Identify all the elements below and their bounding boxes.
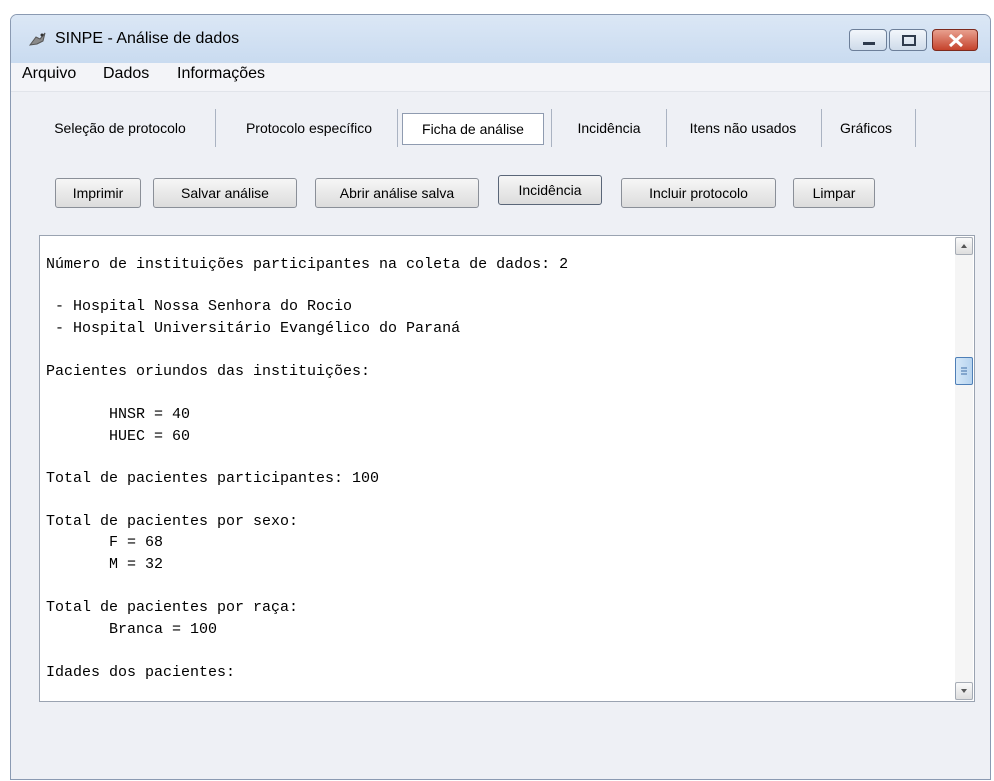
menu-dados[interactable]: Dados (103, 65, 149, 83)
report-line: Total de pacientes por raça: (46, 599, 299, 616)
grip-icon (961, 367, 967, 375)
report-line: HUEC = 60 (46, 428, 191, 445)
tab-separator (821, 109, 822, 147)
tab-protocolo-especifico[interactable]: Protocolo específico (225, 111, 393, 145)
scrollbar-thumb[interactable] (955, 357, 973, 385)
report-line: - Hospital Universitário Evangélico do P… (46, 320, 461, 337)
tab-incidencia[interactable]: Incidência (559, 111, 659, 145)
chevron-up-icon (961, 244, 967, 248)
tab-separator (666, 109, 667, 147)
tab-separator (551, 109, 552, 147)
tab-selecao-protocolo[interactable]: Seleção de protocolo (31, 111, 209, 145)
report-line: Total de pacientes participantes: 100 (46, 470, 380, 487)
salvar-analise-button[interactable]: Salvar análise (153, 178, 297, 208)
tab-graficos[interactable]: Gráficos (829, 111, 903, 145)
maximize-icon (902, 35, 916, 46)
scroll-up-button[interactable] (955, 237, 973, 255)
limpar-button[interactable]: Limpar (793, 178, 875, 208)
close-button[interactable] (932, 29, 978, 51)
minimize-icon (863, 42, 875, 45)
maximize-button[interactable] (889, 29, 927, 51)
report-line: Branca = 100 (46, 621, 218, 638)
tab-itens-nao-usados[interactable]: Itens não usados (674, 111, 812, 145)
tab-separator (397, 109, 398, 147)
title-bar[interactable]: SINPE - Análise de dados (11, 15, 990, 63)
menu-arquivo[interactable]: Arquivo (22, 65, 76, 83)
incidencia-button[interactable]: Incidência (498, 175, 602, 205)
menu-bar: Arquivo Dados Informações (11, 63, 990, 92)
vertical-scrollbar[interactable] (955, 237, 973, 700)
report-line: Pacientes oriundos das instituições: (46, 363, 371, 380)
window-title: SINPE - Análise de dados (55, 30, 240, 47)
report-line: - Hospital Nossa Senhora do Rocio (46, 298, 353, 315)
menu-informacoes[interactable]: Informações (177, 65, 265, 83)
report-line: Idades dos pacientes: (46, 664, 236, 681)
minimize-button[interactable] (849, 29, 887, 51)
abrir-analise-salva-button[interactable]: Abrir análise salva (315, 178, 479, 208)
app-bird-icon (28, 32, 46, 46)
close-icon (948, 33, 964, 48)
report-line: M = 32 (46, 556, 164, 573)
report-line: Número de instituições participantes na … (46, 256, 569, 273)
report-textarea[interactable]: Número de instituições participantes na … (39, 235, 975, 702)
report-line: HNSR = 40 (46, 406, 191, 423)
scroll-down-button[interactable] (955, 682, 973, 700)
app-window: SINPE - Análise de dados Arquivo Dados I… (10, 14, 991, 780)
chevron-down-icon (961, 689, 967, 693)
tab-separator (215, 109, 216, 147)
report-line: F = 68 (46, 534, 164, 551)
tab-separator (915, 109, 916, 147)
tab-ficha-analise[interactable]: Ficha de análise (402, 113, 544, 145)
report-line: Total de pacientes por sexo: (46, 513, 299, 530)
imprimir-button[interactable]: Imprimir (55, 178, 141, 208)
incluir-protocolo-button[interactable]: Incluir protocolo (621, 178, 776, 208)
